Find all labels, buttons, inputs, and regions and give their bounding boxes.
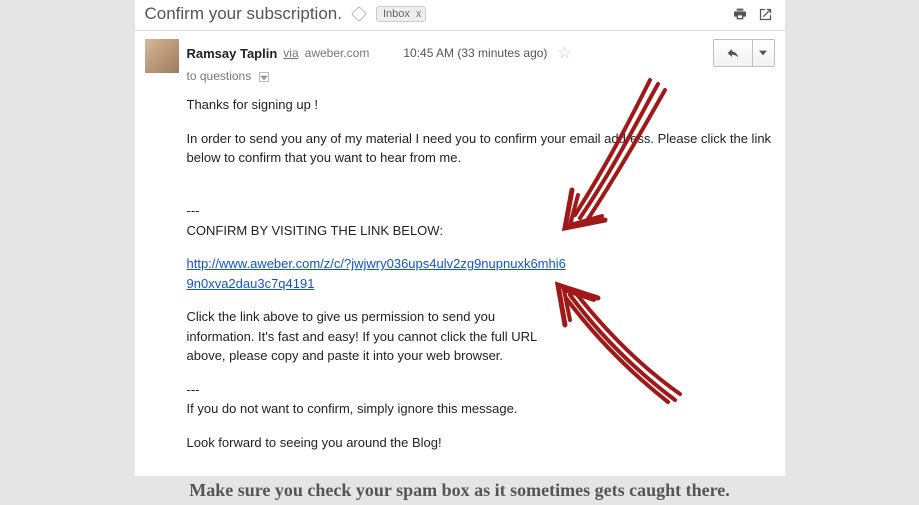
caption-text: Make sure you check your spam box as it …: [0, 480, 919, 501]
to-line: to questions: [187, 69, 775, 83]
via-label: via: [283, 46, 298, 60]
separator-2: ---: [187, 380, 775, 400]
body-ignore: If you do not want to confirm, simply ig…: [187, 399, 775, 419]
email-container: Confirm your subscription. Inbox x Ramsa…: [135, 0, 785, 476]
body-greeting: Thanks for signing up !: [187, 95, 775, 115]
confirm-link[interactable]: http://www.aweber.com/z/c/?jwjwry036ups4…: [187, 254, 567, 293]
new-window-icon[interactable]: [757, 5, 775, 23]
email-body: Thanks for signing up ! In order to send…: [135, 85, 785, 476]
print-icon[interactable]: [731, 5, 749, 23]
reply-button[interactable]: [713, 39, 753, 67]
tag-icon[interactable]: [351, 6, 367, 22]
more-actions-button[interactable]: [753, 39, 775, 67]
email-subject: Confirm your subscription.: [145, 4, 342, 24]
avatar[interactable]: [145, 39, 179, 73]
via-domain: aweber.com: [305, 46, 370, 60]
close-icon[interactable]: x: [416, 8, 422, 20]
body-intro: In order to send you any of my material …: [187, 129, 775, 168]
sender-name[interactable]: Ramsay Taplin: [187, 46, 278, 61]
body-instructions: Click the link above to give us permissi…: [187, 307, 547, 366]
recipient-text: to questions: [187, 69, 252, 83]
confirm-heading: CONFIRM BY VISITING THE LINK BELOW:: [187, 221, 775, 241]
separator: ---: [187, 201, 775, 221]
sender-info: Ramsay Taplin via aweber.com 10:45 AM (3…: [187, 39, 775, 83]
sender-row: Ramsay Taplin via aweber.com 10:45 AM (3…: [135, 31, 785, 85]
inbox-label-text: Inbox: [383, 8, 410, 20]
body-closing: Look forward to seeing you around the Bl…: [187, 433, 775, 453]
email-header-bar: Confirm your subscription. Inbox x: [135, 0, 785, 31]
inbox-label-tag[interactable]: Inbox x: [376, 6, 426, 22]
email-timestamp: 10:45 AM (33 minutes ago): [403, 46, 547, 60]
star-icon[interactable]: ☆: [557, 43, 571, 63]
details-dropdown-icon[interactable]: [259, 72, 269, 82]
reply-controls: [713, 39, 775, 67]
